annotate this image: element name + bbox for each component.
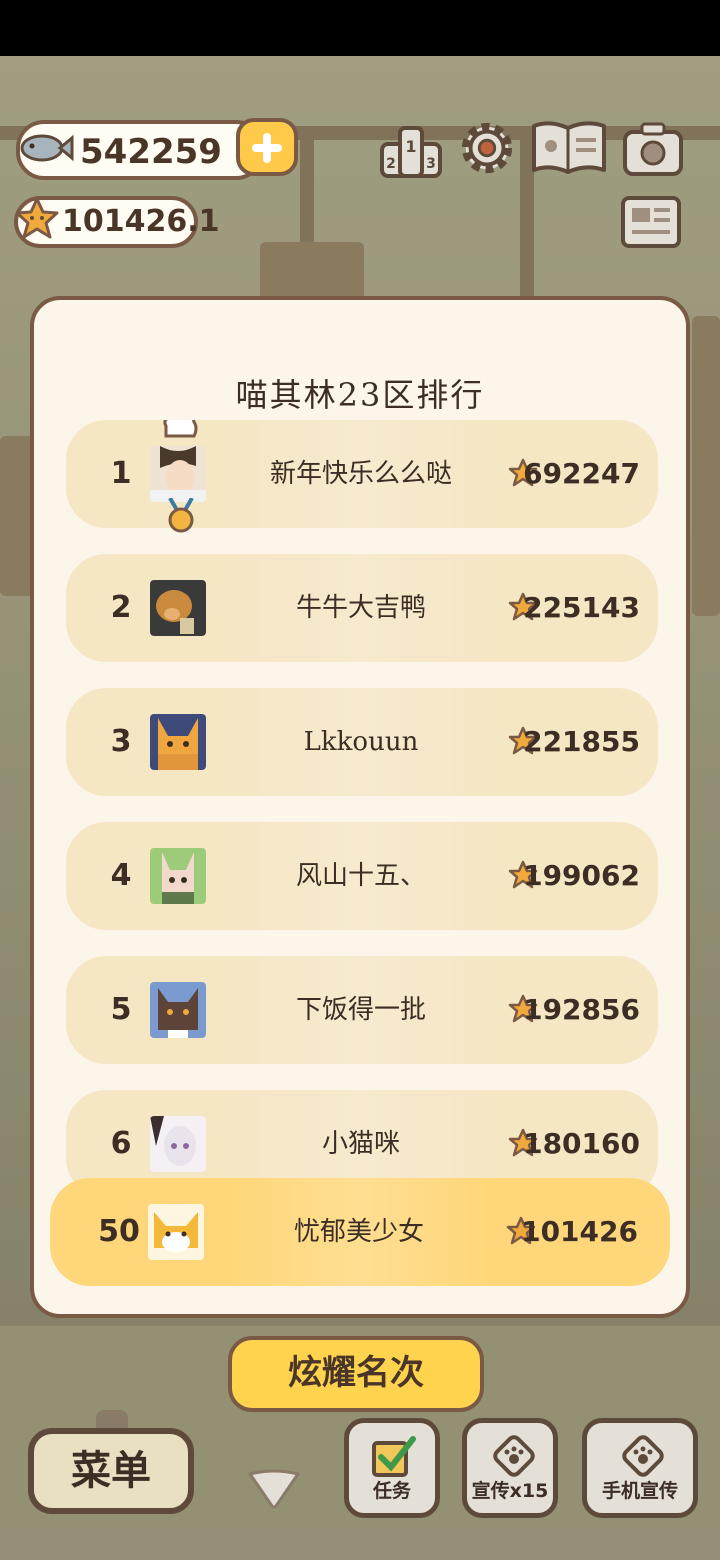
- promo-button[interactable]: 宣传x15: [462, 1418, 558, 1518]
- leaderboard-row[interactable]: 5 下饭得一批 192856: [66, 956, 658, 1064]
- rank-number: 2: [110, 590, 132, 625]
- star-count: 101426.1: [62, 204, 220, 239]
- show-rank-button[interactable]: 炫耀名次: [228, 1336, 484, 1412]
- svg-text:1: 1: [405, 137, 416, 156]
- avatar: [150, 714, 206, 770]
- player-name: 风山十五、: [226, 822, 496, 930]
- leaderboard-row[interactable]: 1 新年快乐么么哒 692247: [66, 420, 658, 533]
- player-name: 牛牛大吉鸭: [226, 554, 496, 662]
- menu-button[interactable]: 菜单: [28, 1428, 194, 1514]
- add-fish-button[interactable]: [236, 118, 298, 176]
- checkbox-icon: [372, 1436, 416, 1477]
- fish-currency: 542259: [16, 120, 264, 180]
- leaderboard-title: 喵其林23区排行: [235, 376, 485, 414]
- avatar: [150, 446, 206, 502]
- rank-number: 1: [110, 456, 132, 491]
- player-name: 小猫咪: [226, 1090, 496, 1190]
- player-name: 新年快乐么么哒: [226, 420, 496, 528]
- fish-count: 542259: [80, 132, 222, 172]
- player-score: 221855: [523, 725, 640, 758]
- avatar: [150, 982, 206, 1038]
- star-currency: 101426.1: [14, 196, 220, 248]
- player-name: Lkkouun: [226, 688, 496, 796]
- news-icon[interactable]: [620, 192, 682, 252]
- rank-number: 50: [98, 1214, 140, 1249]
- avatar: [150, 1116, 206, 1172]
- leaderboard-list[interactable]: 1 新年快乐么么哒 692247 2 牛牛大吉鸭 225143 3 Lkkouu…: [34, 420, 686, 1190]
- player-score: 225143: [523, 591, 640, 624]
- medal-icon: [168, 498, 194, 533]
- phone-promo-button[interactable]: 手机宣传: [582, 1418, 698, 1518]
- rank-number: 5: [110, 992, 132, 1027]
- my-rank-row[interactable]: 50 忧郁美少女 101426: [50, 1178, 670, 1286]
- paw-icon: [622, 1435, 664, 1477]
- leaderboard-row[interactable]: 6 小猫咪 180160: [66, 1090, 658, 1190]
- paw-icon: [493, 1435, 535, 1477]
- task-label: 任务: [372, 1480, 411, 1502]
- chef-hat-icon: [163, 420, 198, 438]
- chevron-down-icon[interactable]: [246, 1466, 302, 1510]
- avatar: [150, 580, 206, 636]
- settings-icon[interactable]: [456, 118, 518, 178]
- leaderboard-row[interactable]: 4 风山十五、 199062: [66, 822, 658, 930]
- player-name: 忧郁美少女: [224, 1178, 494, 1286]
- svg-text:3: 3: [426, 156, 436, 172]
- leaderboard-row[interactable]: 2 牛牛大吉鸭 225143: [66, 554, 658, 662]
- player-score: 192856: [523, 993, 640, 1026]
- ranking-icon[interactable]: 1 2 3: [380, 120, 442, 180]
- status-bar: [0, 0, 720, 56]
- avatar: [150, 848, 206, 904]
- rank-number: 3: [110, 724, 132, 759]
- fish-icon: [20, 134, 74, 162]
- player-name: 下饭得一批: [226, 956, 496, 1064]
- player-score: 199062: [523, 859, 640, 892]
- menu-clip: [96, 1410, 128, 1428]
- recipe-book-icon[interactable]: [530, 118, 608, 178]
- star-icon: [15, 197, 59, 239]
- task-button[interactable]: 任务: [344, 1418, 440, 1518]
- player-score: 101426: [521, 1215, 638, 1248]
- svg-text:2: 2: [386, 156, 396, 172]
- promo-label: 宣传x15: [471, 1480, 549, 1502]
- rank-number: 4: [110, 858, 132, 893]
- camera-icon[interactable]: [622, 120, 684, 180]
- avatar: [148, 1204, 204, 1260]
- rank-number: 6: [110, 1126, 132, 1161]
- phone-promo-label: 手机宣传: [601, 1480, 678, 1502]
- leaderboard-modal: 喵其林23区排行 1 新年快乐么么哒 692247 2 牛牛大吉鸭 225143…: [30, 296, 690, 1318]
- player-score: 692247: [523, 457, 640, 490]
- leaderboard-row[interactable]: 3 Lkkouun 221855: [66, 688, 658, 796]
- player-score: 180160: [523, 1127, 640, 1160]
